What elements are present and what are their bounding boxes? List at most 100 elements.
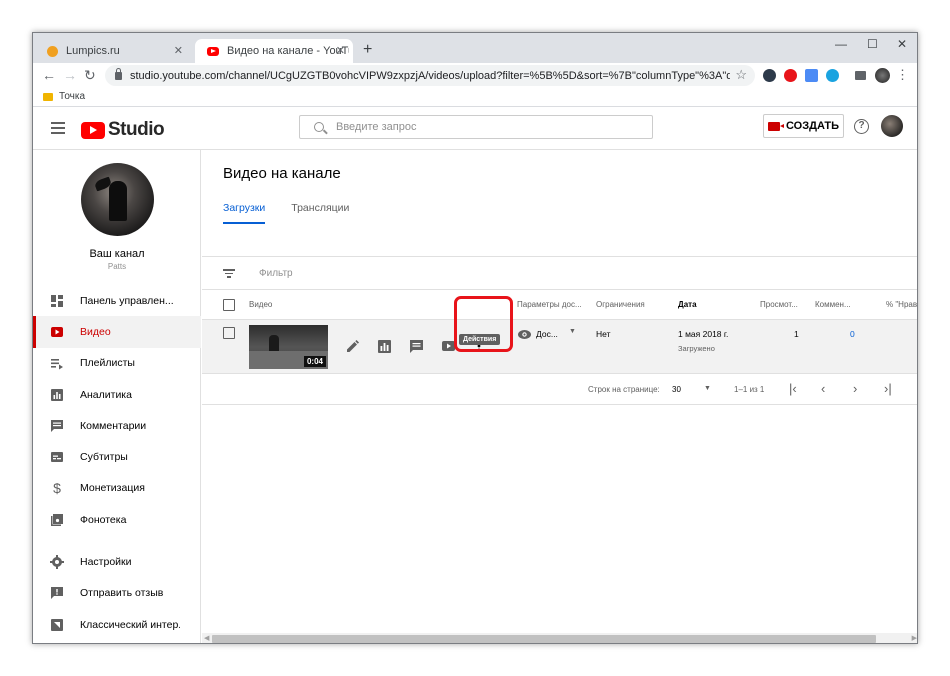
first-page-icon[interactable]: |‹ <box>789 381 797 396</box>
sidebar-item-label: Отправить отзыв <box>80 587 164 600</box>
filter-bar[interactable]: Фильтр <box>223 267 293 280</box>
sidebar-item-label: Видео <box>80 325 111 338</box>
last-page-icon[interactable]: ›| <box>884 381 892 396</box>
edit-icon[interactable] <box>345 339 359 353</box>
bookmark-label: Точка <box>59 91 86 102</box>
previous-page-icon[interactable]: ‹ <box>821 381 825 396</box>
sidebar-item-label: Панель управлен... <box>80 294 174 307</box>
scrollbar-thumb[interactable] <box>212 635 876 643</box>
tab-youtube-studio[interactable]: Видео на канале - YouTube Studio ✕ <box>195 39 353 63</box>
sidebar-item-monetization[interactable]: $ Монетизация <box>33 473 201 504</box>
comments-icon[interactable] <box>409 339 423 353</box>
column-header-views[interactable]: Просмот... <box>760 300 804 309</box>
channel-handle: Patts <box>107 262 127 271</box>
tab-live[interactable]: Трансляции <box>291 202 349 224</box>
create-button[interactable]: СОЗДАТЬ <box>763 114 844 138</box>
menu-icon[interactable] <box>51 122 65 134</box>
tab-uploads[interactable]: Загрузки <box>223 202 266 224</box>
extension-icon[interactable] <box>763 69 776 82</box>
sidebar-item-label: Аналитика <box>80 388 132 401</box>
tab-title: Видео на канале - YouTube Studio <box>227 45 349 57</box>
help-icon[interactable]: ? <box>854 119 869 134</box>
scroll-right-icon[interactable]: ▶ <box>912 634 917 642</box>
page-range: 1–1 из 1 <box>734 385 765 394</box>
maximize-button[interactable]: ☐ <box>867 37 878 51</box>
play-extension-icon[interactable] <box>805 69 818 82</box>
column-header-restrictions[interactable]: Ограничения <box>596 300 645 309</box>
minimize-button[interactable]: — <box>835 37 847 51</box>
sidebar-item-analytics[interactable]: Аналитика <box>33 379 201 410</box>
video-icon <box>50 325 64 339</box>
youtube-favicon-icon <box>207 46 219 56</box>
media-queue-icon[interactable] <box>855 71 866 80</box>
visibility-value[interactable]: Дос... <box>536 329 558 339</box>
sidebar-item-settings[interactable]: Настройки <box>33 546 201 577</box>
date-value: 1 мая 2018 г. <box>678 329 729 339</box>
filter-icon[interactable] <box>223 267 235 280</box>
browser-menu-icon[interactable]: ⋮ <box>896 67 909 83</box>
bookmark-item[interactable]: Точка <box>43 91 85 102</box>
address-bar[interactable]: studio.youtube.com/channel/UCgUZGTB0vohc… <box>105 65 755 86</box>
sidebar-item-classic[interactable]: Классический интер... <box>33 609 201 640</box>
extension-icon[interactable] <box>826 69 839 82</box>
tab-title: Lumpics.ru <box>66 45 120 57</box>
sidebar-item-videos[interactable]: Видео <box>33 316 201 348</box>
column-header-video: Видео <box>249 300 273 309</box>
playlists-icon <box>50 356 64 370</box>
youtube-studio-logo[interactable]: Studio <box>81 119 165 141</box>
column-header-date[interactable]: Дата <box>678 300 697 309</box>
lumpics-favicon-icon <box>47 45 58 57</box>
sidebar-item-dashboard[interactable]: Панель управлен... <box>33 285 201 316</box>
tab-strip: Lumpics.ru ✕ Видео на канале - YouTube S… <box>33 33 917 63</box>
reload-icon[interactable]: ↻ <box>84 67 96 84</box>
dashboard-icon <box>50 294 64 308</box>
bookmark-star-icon[interactable]: ☆ <box>735 67 747 83</box>
date-status: Загружено <box>678 344 715 353</box>
horizontal-scrollbar[interactable]: ◀ ▶ <box>202 633 917 643</box>
sidebar-nav: Панель управлен... Видео Плейлисты Анали… <box>33 285 201 640</box>
new-tab-button[interactable]: + <box>363 41 372 59</box>
video-thumbnail[interactable]: 0:04 <box>249 325 328 369</box>
sidebar-item-label: Комментарии <box>80 419 147 432</box>
search-input[interactable]: Введите запрос <box>299 115 653 139</box>
column-header-comments[interactable]: Коммен... <box>815 300 855 309</box>
comments-value[interactable]: 0 <box>850 329 855 339</box>
channel-avatar[interactable] <box>81 163 154 236</box>
column-header-visibility[interactable]: Параметры дос... <box>517 300 589 309</box>
scroll-left-icon[interactable]: ◀ <box>204 634 209 642</box>
close-window-button[interactable]: ✕ <box>897 37 907 51</box>
feedback-icon <box>50 586 64 600</box>
sidebar-item-label: Классический интер... <box>80 618 180 631</box>
close-tab-icon[interactable]: ✕ <box>174 44 183 57</box>
sidebar-item-feedback[interactable]: Отправить отзыв <box>33 578 201 609</box>
rows-per-page-label: Строк на странице: <box>588 385 660 394</box>
rows-per-page-value[interactable]: 30 <box>672 385 681 394</box>
sidebar-item-playlists[interactable]: Плейлисты <box>33 348 201 379</box>
close-tab-icon[interactable]: ✕ <box>336 44 345 57</box>
next-page-icon[interactable]: › <box>853 381 857 396</box>
forward-icon[interactable]: → <box>63 67 77 83</box>
folder-icon <box>43 92 53 101</box>
profile-avatar[interactable] <box>875 68 890 83</box>
column-header-likes[interactable]: % "Нрави <box>886 300 917 309</box>
account-avatar[interactable] <box>881 115 903 137</box>
youtube-play-icon[interactable] <box>441 339 455 353</box>
adblock-extension-icon[interactable] <box>784 69 797 82</box>
back-icon[interactable]: ← <box>42 67 56 83</box>
row-checkbox[interactable] <box>223 327 235 339</box>
select-all-checkbox[interactable] <box>223 299 235 311</box>
sidebar-item-subtitles[interactable]: Субтитры <box>33 441 201 472</box>
visibility-dropdown-icon[interactable]: ▼ <box>569 328 576 335</box>
actions-tooltip: Действия <box>459 334 501 345</box>
analytics-icon[interactable] <box>377 339 391 353</box>
audio-library-icon <box>50 513 64 527</box>
rows-dropdown-icon[interactable]: ▼ <box>704 385 711 392</box>
sidebar-item-audio-library[interactable]: Фонотека <box>33 504 201 535</box>
restrictions-value: Нет <box>596 329 611 339</box>
sidebar-item-comments[interactable]: Комментарии <box>33 410 201 441</box>
logo-text: Studio <box>108 119 165 140</box>
tab-lumpics[interactable]: Lumpics.ru ✕ <box>35 39 191 63</box>
video-duration: 0:04 <box>303 356 326 367</box>
browser-window: Lumpics.ru ✕ Видео на канале - YouTube S… <box>32 32 918 644</box>
table-row[interactable]: 0:04 Дос... ▼ Нет 1 мая 2018 г. Загружен… <box>202 320 917 374</box>
